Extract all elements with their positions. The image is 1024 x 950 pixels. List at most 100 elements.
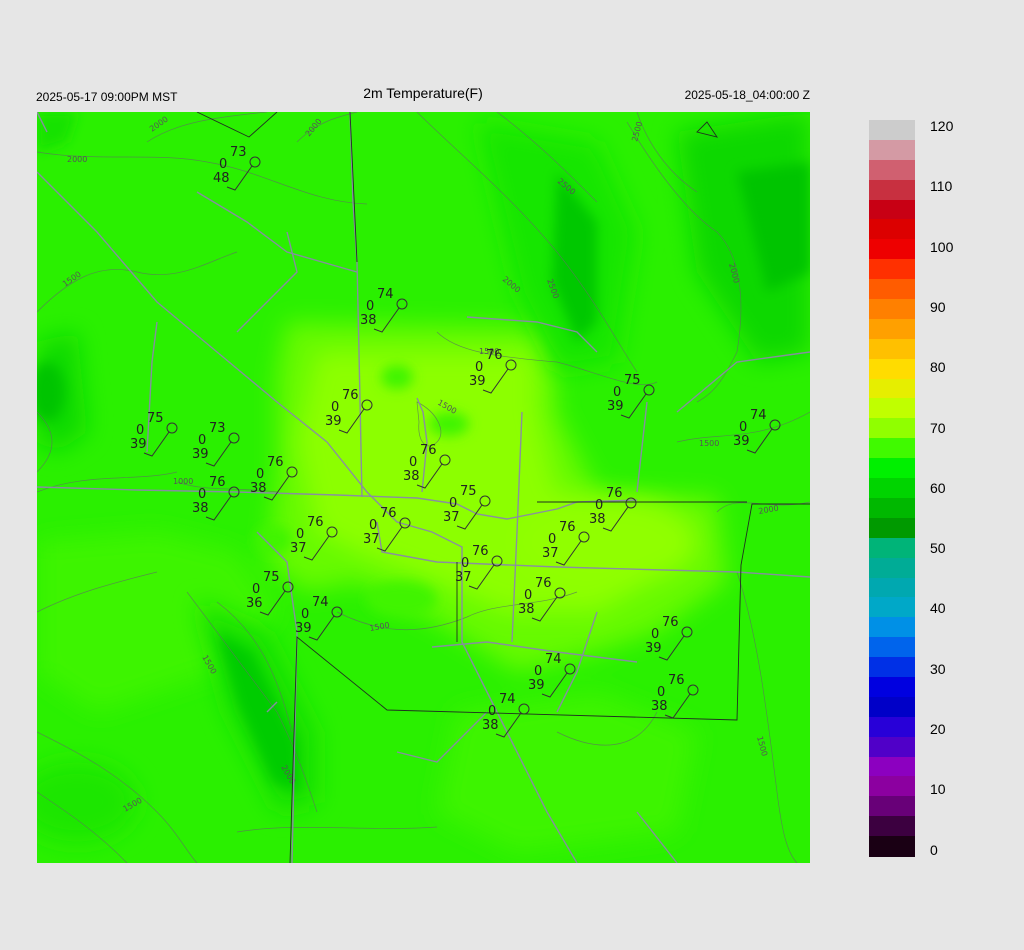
station-temperature: 76 <box>420 443 437 458</box>
station-temperature: 76 <box>662 615 679 630</box>
colorbar-segment <box>869 139 915 161</box>
station-cloud-cover: 0 <box>366 299 374 314</box>
station-dewpoint: 39 <box>645 641 662 656</box>
station-cloud-cover: 0 <box>461 556 469 571</box>
station-cloud-cover: 0 <box>198 487 206 502</box>
colorbar-segment <box>869 438 915 459</box>
station-temperature: 75 <box>460 484 477 499</box>
station-cloud-cover: 0 <box>219 157 227 172</box>
colorbar-segment <box>869 637 915 658</box>
station-temperature: 76 <box>209 475 226 490</box>
colorbar-segment <box>869 557 915 579</box>
station-dewpoint: 39 <box>192 447 209 462</box>
station-dewpoint: 39 <box>528 678 545 693</box>
colorbar-segment <box>869 219 915 240</box>
station-cloud-cover: 0 <box>449 496 457 511</box>
colorbar-segment <box>869 259 915 280</box>
station-temperature: 74 <box>545 652 562 667</box>
station-dewpoint: 39 <box>325 414 342 429</box>
station-dewpoint: 37 <box>290 541 307 556</box>
colorbar-segment <box>869 299 915 320</box>
contour-label: 1000 <box>173 477 193 486</box>
station-temperature: 76 <box>486 348 503 363</box>
station-dewpoint: 38 <box>403 469 420 484</box>
station-dewpoint: 39 <box>607 399 624 414</box>
station-temperature: 76 <box>342 388 359 403</box>
station-cloud-cover: 0 <box>256 467 264 482</box>
colorbar-tick-label: 110 <box>930 178 953 195</box>
colorbar-tick-label: 0 <box>930 841 938 858</box>
colorbar-tick-label: 50 <box>930 540 946 557</box>
colorbar-segment <box>869 836 915 857</box>
station-temperature: 76 <box>472 544 489 559</box>
station-cloud-cover: 0 <box>475 360 483 375</box>
station-cloud-cover: 0 <box>651 627 659 642</box>
colorbar <box>869 120 915 857</box>
colorbar-tick-label: 70 <box>930 419 946 436</box>
colorbar-segment <box>869 279 915 300</box>
station-dewpoint: 39 <box>733 434 750 449</box>
colorbar-tick-label: 40 <box>930 600 946 617</box>
colorbar-segment <box>869 199 915 221</box>
station-dewpoint: 38 <box>518 602 535 617</box>
station-dewpoint: 38 <box>589 512 606 527</box>
colorbar-segment <box>869 120 915 141</box>
colorbar-segment <box>869 597 915 618</box>
station-dewpoint: 48 <box>213 171 230 186</box>
station-dewpoint: 38 <box>360 313 377 328</box>
colorbar-segment <box>869 577 915 598</box>
colorbar-segment <box>869 318 915 340</box>
station-temperature: 76 <box>606 486 623 501</box>
station-cloud-cover: 0 <box>534 664 542 679</box>
station-cloud-cover: 0 <box>136 423 144 438</box>
colorbar-segment <box>869 736 915 758</box>
colorbar-segment <box>869 338 915 360</box>
station-cloud-cover: 0 <box>524 588 532 603</box>
station-temperature: 74 <box>750 408 767 423</box>
station-cloud-cover: 0 <box>488 704 496 719</box>
colorbar-tick-label: 10 <box>930 781 946 798</box>
colorbar-segment <box>869 398 915 419</box>
station-temperature: 73 <box>230 145 247 160</box>
station-dewpoint: 37 <box>542 546 559 561</box>
station-dewpoint: 38 <box>250 481 267 496</box>
colorbar-segment <box>869 696 915 718</box>
valid-time-utc: 2025-05-18_04:00:00 Z <box>684 88 810 102</box>
colorbar-segment <box>869 378 915 400</box>
colorbar-segment <box>869 458 915 479</box>
colorbar-segment <box>869 756 915 778</box>
temperature-map: 2000 2000 2000 2500 2500 2000 2500 2000 … <box>37 112 810 863</box>
station-temperature: 74 <box>312 595 329 610</box>
station-temperature: 75 <box>263 570 280 585</box>
contour-label: 1500 <box>699 439 719 448</box>
station-cloud-cover: 0 <box>548 532 556 547</box>
station-dewpoint: 39 <box>295 621 312 636</box>
colorbar-segment <box>869 478 915 499</box>
colorbar-segment <box>869 159 915 181</box>
station-cloud-cover: 0 <box>198 433 206 448</box>
colorbar-segment <box>869 239 915 260</box>
station-temperature: 76 <box>535 576 552 591</box>
colorbar-segment <box>869 796 915 817</box>
colorbar-segment <box>869 517 915 539</box>
colorbar-tick-label: 80 <box>930 359 946 376</box>
colorbar-segment <box>869 418 915 439</box>
station-dewpoint: 37 <box>363 532 380 547</box>
station-cloud-cover: 0 <box>613 385 621 400</box>
station-cloud-cover: 0 <box>252 582 260 597</box>
station-dewpoint: 38 <box>192 501 209 516</box>
station-temperature: 76 <box>267 455 284 470</box>
station-dewpoint: 38 <box>651 699 668 714</box>
colorbar-segment <box>869 497 915 519</box>
station-temperature: 73 <box>209 421 226 436</box>
station-dewpoint: 36 <box>246 596 263 611</box>
colorbar-tick-label: 100 <box>930 238 954 255</box>
station-dewpoint: 38 <box>482 718 499 733</box>
station-cloud-cover: 0 <box>369 518 377 533</box>
station-temperature: 74 <box>499 692 516 707</box>
colorbar-tick-label: 30 <box>930 660 946 677</box>
station-cloud-cover: 0 <box>657 685 665 700</box>
station-temperature: 76 <box>307 515 324 530</box>
colorbar-segment <box>869 676 915 698</box>
colorbar-segment <box>869 617 915 638</box>
